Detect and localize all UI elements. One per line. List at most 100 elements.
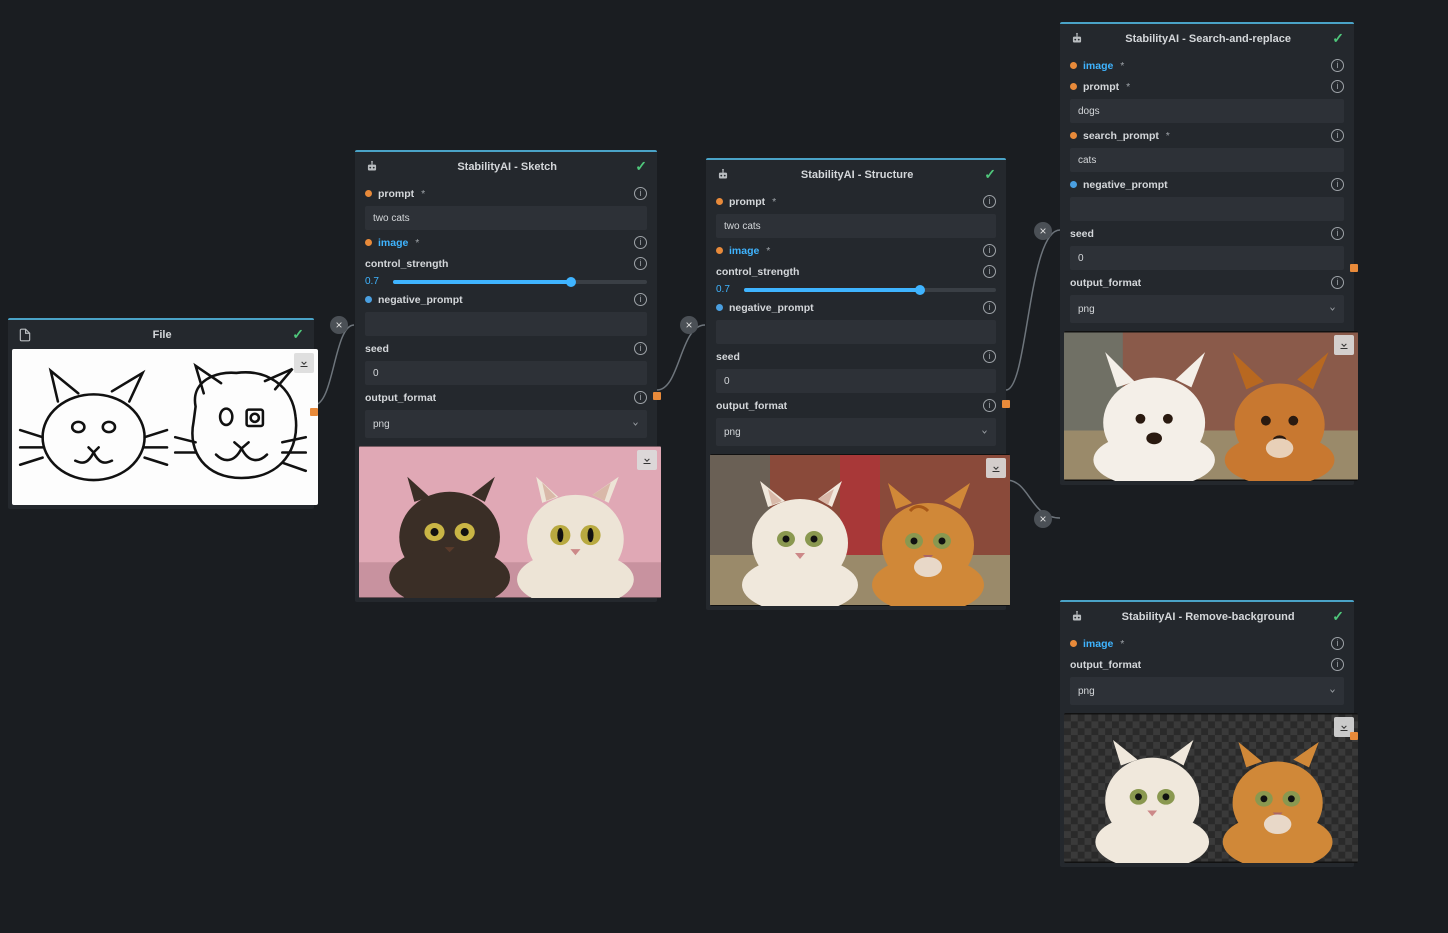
param-output-format-label: output_formati [1070,656,1344,673]
check-icon: ✓ [1332,30,1344,47]
param-image-label: image *i [1070,635,1344,652]
node-title: StabilityAI - Remove-background [1092,611,1324,623]
info-icon[interactable]: i [1331,276,1344,289]
dogs-image [1064,331,1358,481]
param-negative-prompt-label: negative_prompti [365,291,647,308]
output-format-select[interactable]: png [365,410,647,438]
node-title: StabilityAI - Structure [738,169,976,181]
info-icon[interactable]: i [1331,129,1344,142]
search-prompt-input[interactable]: cats [1070,148,1344,172]
info-icon[interactable]: i [1331,59,1344,72]
info-icon[interactable]: i [983,265,996,278]
file-preview [12,349,318,505]
cats-image-1 [359,446,661,598]
param-seed-label: seedi [716,348,996,365]
info-icon[interactable]: i [1331,80,1344,93]
robot-icon [1070,610,1084,624]
info-icon[interactable]: i [1331,178,1344,191]
node-title: StabilityAI - Search-and-replace [1092,33,1324,45]
negative-prompt-input[interactable] [716,320,996,344]
connection-delete-button[interactable] [330,316,348,334]
seed-input[interactable]: 0 [716,369,996,393]
robot-icon [1070,32,1084,46]
info-icon[interactable]: i [634,236,647,249]
param-seed-label: seedi [365,340,647,357]
output-format-select[interactable]: png [1070,295,1344,323]
output-port[interactable] [1350,264,1358,272]
param-output-format-label: output_formati [1070,274,1344,291]
output-preview [1064,713,1358,863]
info-icon[interactable]: i [634,257,647,270]
output-port[interactable] [1002,400,1010,408]
info-icon[interactable]: i [634,342,647,355]
param-image-label: image *i [1070,57,1344,74]
cats-nobg-image [1064,713,1358,863]
download-button[interactable] [1334,335,1354,355]
param-image-label: image *i [365,234,647,251]
sketch-cats-image [12,349,318,505]
prompt-input[interactable]: two cats [365,206,647,230]
seed-input[interactable]: 0 [365,361,647,385]
output-port[interactable] [310,408,318,416]
info-icon[interactable]: i [1331,227,1344,240]
output-port[interactable] [1350,732,1358,740]
info-icon[interactable]: i [983,350,996,363]
output-port[interactable] [653,392,661,400]
node-header[interactable]: StabilityAI - Sketch ✓ [355,152,657,181]
param-prompt-label: prompt *i [365,185,647,202]
node-search-and-replace[interactable]: StabilityAI - Search-and-replace ✓ image… [1060,22,1354,485]
node-structure[interactable]: StabilityAI - Structure ✓ prompt *i two … [706,158,1006,610]
output-format-select[interactable]: png [716,418,996,446]
check-icon: ✓ [1332,608,1344,625]
node-header[interactable]: StabilityAI - Structure ✓ [706,160,1006,189]
negative-prompt-input[interactable] [1070,197,1344,221]
node-header[interactable]: File ✓ [8,320,314,349]
info-icon[interactable]: i [1331,658,1344,671]
info-icon[interactable]: i [983,195,996,208]
node-header[interactable]: StabilityAI - Search-and-replace ✓ [1060,24,1354,53]
connection-delete-button[interactable] [680,316,698,334]
prompt-input[interactable]: two cats [716,214,996,238]
param-control-strength-label: control_strengthi [716,263,996,280]
output-preview [359,446,661,598]
param-search-prompt-label: search_prompt *i [1070,127,1344,144]
output-preview [710,454,1010,606]
download-button[interactable] [294,353,314,373]
param-prompt-label: prompt *i [1070,78,1344,95]
download-button[interactable] [986,458,1006,478]
info-icon[interactable]: i [983,301,996,314]
node-remove-background[interactable]: StabilityAI - Remove-background ✓ image … [1060,600,1354,867]
info-icon[interactable]: i [634,187,647,200]
negative-prompt-input[interactable] [365,312,647,336]
param-output-format-label: output_formati [716,397,996,414]
param-image-label: image *i [716,242,996,259]
node-sketch[interactable]: StabilityAI - Sketch ✓ prompt *i two cat… [355,150,657,602]
robot-icon [365,160,379,174]
info-icon[interactable]: i [983,244,996,257]
param-control-strength-label: control_strengthi [365,255,647,272]
control-strength-slider[interactable]: 0.7 [716,284,996,295]
check-icon: ✓ [635,158,647,175]
info-icon[interactable]: i [634,293,647,306]
connection-delete-button[interactable] [1034,510,1052,528]
info-icon[interactable]: i [1331,637,1344,650]
param-negative-prompt-label: negative_prompti [716,299,996,316]
param-seed-label: seedi [1070,225,1344,242]
output-preview [1064,331,1358,481]
connection-delete-button[interactable] [1034,222,1052,240]
node-title: StabilityAI - Sketch [387,161,627,173]
prompt-input[interactable]: dogs [1070,99,1344,123]
control-strength-slider[interactable]: 0.7 [365,276,647,287]
param-prompt-label: prompt *i [716,193,996,210]
file-icon [18,328,32,342]
param-negative-prompt-label: negative_prompti [1070,176,1344,193]
seed-input[interactable]: 0 [1070,246,1344,270]
info-icon[interactable]: i [983,399,996,412]
check-icon: ✓ [984,166,996,183]
output-format-select[interactable]: png [1070,677,1344,705]
info-icon[interactable]: i [634,391,647,404]
cats-image-2 [710,454,1010,606]
download-button[interactable] [637,450,657,470]
node-file[interactable]: File ✓ [8,318,314,509]
node-header[interactable]: StabilityAI - Remove-background ✓ [1060,602,1354,631]
